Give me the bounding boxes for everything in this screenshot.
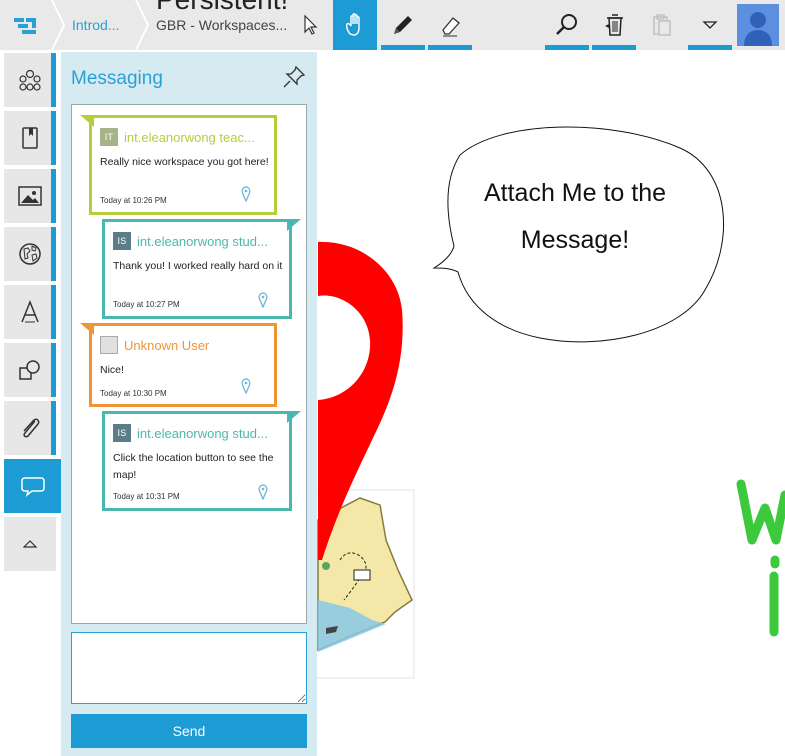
- green-handwriting: [736, 479, 785, 637]
- tool-underline: [592, 45, 636, 50]
- pen-tool-button[interactable]: [381, 0, 425, 50]
- send-button[interactable]: Send: [71, 714, 307, 748]
- location-pin-icon[interactable]: [257, 292, 269, 308]
- bubble-tail: [80, 115, 94, 127]
- chevron-up-icon: [23, 540, 37, 548]
- search-icon: [556, 14, 577, 35]
- tool-underline: [688, 45, 732, 50]
- rail-accent-bar: [51, 343, 56, 397]
- pen-icon: [394, 16, 412, 34]
- app-logo-icon[interactable]: [0, 0, 50, 50]
- paperclip-icon: [23, 418, 40, 438]
- rail-accent-bar: [51, 53, 56, 107]
- message-timestamp: Today at 10:26 PM: [100, 196, 167, 205]
- attachment-tool-button[interactable]: [4, 401, 56, 455]
- sender-name: int.eleanorwong stud...: [137, 233, 268, 249]
- user-avatar[interactable]: [737, 4, 779, 46]
- bubble-tail: [80, 323, 94, 335]
- top-toolbar: Introd... GBR - Workspaces... Persistent…: [0, 0, 785, 50]
- more-menu-button[interactable]: [688, 0, 732, 50]
- rail-accent-bar: [51, 227, 56, 281]
- hand-icon: [345, 13, 360, 36]
- tool-underline: [545, 45, 589, 50]
- pin-panel-button[interactable]: [281, 64, 307, 90]
- sender-avatar: IS: [113, 424, 131, 442]
- bubble-tail: [287, 411, 301, 423]
- messaging-panel: Messaging IT int.eleanorwong teac... Rea…: [61, 52, 317, 756]
- message-text: Really nice workspace you got here!: [100, 156, 269, 168]
- chat-bubble-icon: [20, 477, 45, 497]
- bubble-tail: [287, 219, 301, 231]
- sender-avatar: IS: [113, 232, 131, 250]
- collapse-rail-button[interactable]: [4, 517, 56, 571]
- rail-accent-bar: [51, 401, 56, 455]
- rail-accent-bar: [51, 169, 56, 223]
- rail-accent-bar: [51, 285, 56, 339]
- sender-name: int.eleanorwong stud...: [137, 425, 268, 441]
- chevron-down-icon: [702, 21, 718, 29]
- sender-avatar: IT: [100, 128, 118, 146]
- globe-icon: [19, 243, 41, 265]
- people-icon: [19, 69, 41, 91]
- message-text: Thank you! I worked really hard on it: [113, 260, 283, 272]
- message-item: IS int.eleanorwong stud... Click the loc…: [102, 411, 301, 511]
- search-button[interactable]: [545, 0, 589, 50]
- rail-accent-bar: [51, 111, 56, 165]
- location-pin-icon[interactable]: [240, 186, 252, 202]
- breadcrumb-separator: [51, 0, 66, 50]
- text-tool-button[interactable]: [4, 285, 56, 339]
- app-window: Attach Me to the Message! Introd... GBR …: [0, 0, 785, 756]
- tool-underline: [381, 45, 425, 50]
- delete-button[interactable]: [592, 0, 636, 50]
- web-tool-button[interactable]: [4, 227, 56, 281]
- message-item: Unknown User Nice! Today at 10:30 PM: [80, 323, 277, 407]
- canvas-title-text: Persistent!: [156, 0, 288, 16]
- message-item: IT int.eleanorwong teac... Really nice w…: [80, 115, 277, 215]
- shapes-icon: [19, 360, 40, 380]
- user-icon: [744, 12, 772, 46]
- text-icon: [21, 300, 39, 323]
- image-icon: [18, 186, 42, 206]
- speech-bubble-text: Attach Me to the Message!: [483, 179, 667, 254]
- message-item: IS int.eleanorwong stud... Thank you! I …: [102, 219, 301, 319]
- image-tool-button[interactable]: [4, 169, 56, 223]
- pan-tool-button[interactable]: [333, 0, 377, 50]
- message-text: Nice!: [100, 364, 124, 376]
- message-compose-input[interactable]: [71, 632, 307, 704]
- message-list[interactable]: IT int.eleanorwong teac... Really nice w…: [71, 104, 307, 624]
- sender-avatar: [100, 336, 118, 354]
- eraser-icon: [442, 17, 460, 37]
- sender-name: Unknown User: [124, 337, 210, 353]
- paste-button[interactable]: [640, 0, 684, 50]
- panel-title: Messaging: [71, 68, 163, 89]
- messaging-tool-button[interactable]: [4, 459, 61, 513]
- people-tool-button[interactable]: [4, 53, 56, 107]
- location-pin-icon[interactable]: [257, 484, 269, 500]
- book-icon: [22, 127, 38, 149]
- cursor-icon: [304, 14, 318, 35]
- shapes-tool-button[interactable]: [4, 343, 56, 397]
- select-tool-button[interactable]: [289, 0, 333, 50]
- pushpin-icon: [283, 65, 306, 88]
- sender-name: int.eleanorwong teac...: [124, 129, 255, 145]
- trash-icon: [605, 14, 623, 36]
- message-text: Click the location button to see the map…: [113, 452, 274, 481]
- tool-underline: [428, 45, 472, 50]
- location-pin-icon[interactable]: [240, 378, 252, 394]
- clipboard-icon: [653, 14, 671, 36]
- eraser-tool-button[interactable]: [428, 0, 472, 50]
- message-timestamp: Today at 10:31 PM: [113, 492, 180, 501]
- notebook-tool-button[interactable]: [4, 111, 56, 165]
- message-timestamp: Today at 10:27 PM: [113, 300, 180, 309]
- message-timestamp: Today at 10:30 PM: [100, 389, 167, 398]
